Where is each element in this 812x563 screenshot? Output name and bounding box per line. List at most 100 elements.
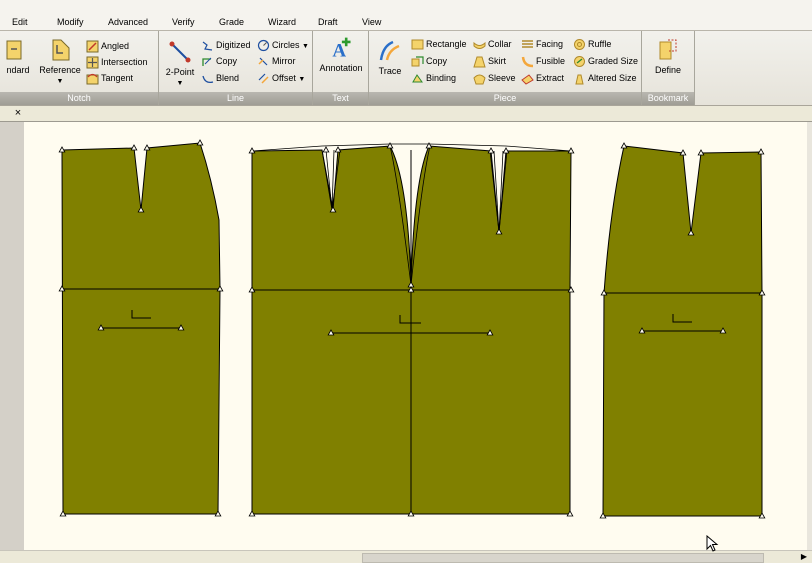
copy-line-button[interactable]: Copy	[201, 55, 237, 68]
notch-group-label: Notch	[0, 92, 158, 105]
bookmark-group: Define Bookmark	[642, 31, 695, 105]
collar-icon	[473, 38, 486, 51]
rectangle-button[interactable]: Rectangle	[411, 38, 467, 51]
reference-notch-icon	[52, 39, 70, 61]
vertical-scrollbar[interactable]	[807, 122, 812, 550]
back-skirt-right-piece[interactable]	[602, 145, 763, 517]
skirt-label: Skirt	[488, 56, 506, 66]
ruffle-label: Ruffle	[588, 39, 612, 49]
copy-line-icon	[201, 55, 214, 68]
facing-icon	[521, 38, 534, 51]
circle-icon	[257, 39, 270, 52]
fusible-icon	[521, 55, 534, 68]
copy-piece-label: Copy	[426, 56, 448, 66]
fusible-button[interactable]: Fusible	[521, 55, 565, 68]
ruffle-button[interactable]: Ruffle	[573, 38, 611, 51]
mirror-icon	[257, 55, 270, 68]
tangent-notch-button[interactable]: Tangent	[86, 72, 133, 85]
two-point-line-label: 2-Point	[165, 67, 195, 77]
graded-size-button[interactable]: Graded Size	[573, 55, 638, 68]
extract-icon	[521, 72, 534, 85]
menu-wizard[interactable]: Wizard	[268, 17, 296, 28]
annotation-button[interactable]: A Annotation	[316, 35, 366, 74]
document-tab-strip: ×	[0, 106, 812, 122]
menu-verify[interactable]: Verify	[172, 17, 195, 28]
menu-view[interactable]: View	[362, 17, 381, 28]
define-bookmark-label: Define	[654, 65, 681, 75]
two-point-dropdown-icon[interactable]: ▼	[161, 78, 199, 89]
copy-line-label: Copy	[216, 56, 238, 66]
digitized-line-button[interactable]: Digitized	[201, 39, 251, 52]
blend-line-label: Blend	[216, 73, 240, 83]
altered-size-icon	[573, 72, 586, 85]
circles-button[interactable]: Circles ▼	[257, 39, 309, 52]
binding-button[interactable]: Binding	[411, 72, 456, 85]
digitized-line-icon	[201, 39, 214, 52]
line-group-label: Line	[159, 92, 312, 105]
two-point-line-button[interactable]: 2-Point ▼	[161, 39, 199, 89]
trace-label: Trace	[378, 66, 402, 76]
annotation-icon: A	[332, 37, 351, 61]
svg-text:A: A	[332, 41, 346, 61]
facing-button[interactable]: Facing	[521, 38, 563, 51]
collar-button[interactable]: Collar	[473, 38, 512, 51]
intersection-notch-icon	[86, 56, 99, 69]
menu-edit[interactable]: Edit	[12, 17, 28, 28]
blend-line-button[interactable]: Blend	[201, 72, 239, 85]
angled-notch-button[interactable]: Angled	[86, 40, 129, 53]
menu-modify[interactable]: Modify	[57, 17, 84, 28]
angled-notch-label: Angled	[101, 41, 130, 51]
copy-piece-icon	[411, 55, 424, 68]
front-skirt-piece[interactable]	[251, 143, 572, 515]
menu-grade[interactable]: Grade	[219, 17, 244, 28]
fusible-label: Fusible	[536, 56, 566, 66]
offset-icon	[257, 72, 270, 85]
standard-notch-button[interactable]: ndard	[0, 37, 38, 76]
intersection-notch-button[interactable]: Intersection	[86, 56, 148, 69]
rectangle-icon	[411, 38, 424, 51]
mirror-button[interactable]: Mirror	[257, 55, 296, 68]
ribbon-toolbar: ndard Reference ▼ Angled Intersection Ta…	[0, 31, 812, 106]
blend-line-icon	[201, 72, 214, 85]
pattern-drawing	[61, 142, 763, 517]
trace-button[interactable]: Trace	[373, 38, 407, 77]
define-bookmark-icon	[659, 39, 677, 60]
extract-button[interactable]: Extract	[521, 72, 564, 85]
offset-button[interactable]: Offset ▼	[257, 72, 305, 85]
bookmark-group-label: Bookmark	[642, 92, 694, 105]
altered-size-button[interactable]: Altered Size	[573, 72, 637, 85]
ruffle-icon	[573, 38, 586, 51]
circles-label: Circles	[272, 40, 300, 50]
menu-draft[interactable]: Draft	[318, 17, 338, 28]
pattern-canvas[interactable]	[24, 122, 807, 550]
define-bookmark-button[interactable]: Define	[646, 37, 690, 76]
tangent-notch-icon	[86, 72, 99, 85]
two-point-line-icon	[169, 41, 191, 63]
back-skirt-left-piece[interactable]	[61, 142, 221, 515]
copy-piece-button[interactable]: Copy	[411, 55, 447, 68]
circles-dropdown-icon[interactable]: ▼	[302, 43, 309, 50]
notch-group: ndard Reference ▼ Angled Intersection Ta…	[0, 31, 159, 105]
offset-dropdown-icon[interactable]: ▼	[298, 76, 305, 83]
reference-dropdown-icon[interactable]: ▼	[36, 76, 84, 87]
digitized-line-label: Digitized	[216, 40, 251, 50]
horizontal-scrollbar[interactable]: ▶	[0, 550, 812, 563]
standard-notch-icon	[6, 40, 22, 60]
text-group-label: Text	[313, 92, 368, 105]
menu-advanced[interactable]: Advanced	[108, 17, 148, 28]
scroll-right-arrow-icon[interactable]: ▶	[798, 551, 810, 563]
standard-notch-label: ndard	[6, 65, 30, 75]
binding-icon	[411, 72, 424, 85]
line-group: 2-Point ▼ Digitized Copy Blend Circles ▼…	[159, 31, 313, 105]
skirt-button[interactable]: Skirt	[473, 55, 506, 68]
trace-icon	[379, 40, 400, 61]
sleeve-label: Sleeve	[488, 73, 516, 83]
piece-group: Trace Rectangle Copy Binding Collar Skir…	[369, 31, 642, 105]
reference-notch-label: Reference	[39, 65, 81, 75]
close-tab-icon[interactable]: ×	[11, 107, 25, 120]
sleeve-button[interactable]: Sleeve	[473, 72, 516, 85]
menu-bar: Edit Modify Advanced Verify Grade Wizard…	[0, 0, 812, 31]
graded-size-label: Graded Size	[588, 56, 639, 66]
reference-notch-button[interactable]: Reference ▼	[36, 37, 84, 87]
facing-label: Facing	[536, 39, 564, 49]
